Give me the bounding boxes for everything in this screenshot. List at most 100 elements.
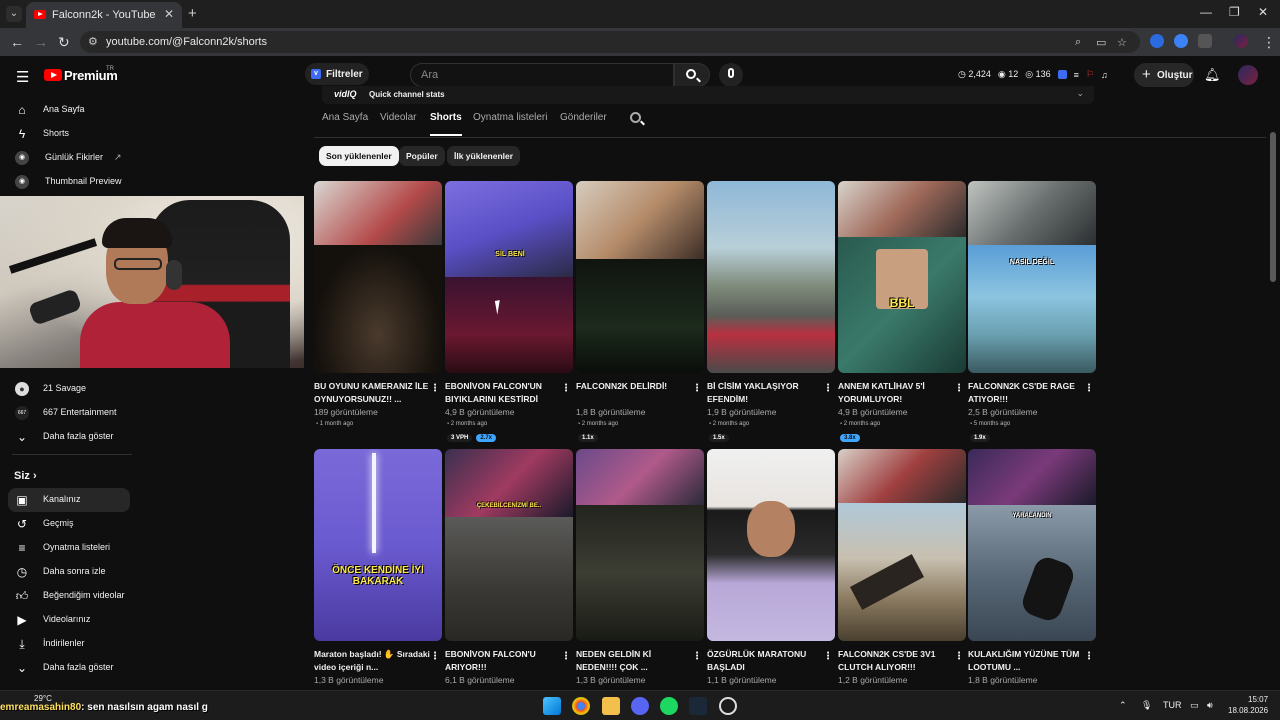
file-explorer-icon[interactable] <box>602 697 620 715</box>
more-options-icon[interactable]: ⋮ <box>954 383 964 394</box>
more-options-icon[interactable]: ⋮ <box>561 383 571 394</box>
short-title[interactable]: Bİ CİSİM YAKLAŞIYOR EFENDİM! <box>707 380 823 406</box>
forward-button[interactable]: → <box>34 34 48 50</box>
back-button[interactable]: ← <box>10 34 24 50</box>
sidebar-item-shorts[interactable]: ϟ Shorts <box>8 122 130 146</box>
short-thumbnail[interactable] <box>707 181 835 373</box>
sidebar-sub-667[interactable]: 667 667 Entertainment <box>8 401 130 425</box>
menu-hamburger-icon[interactable]: ☰ <box>16 68 29 86</box>
sidebar-item-thumbnail-preview[interactable]: ◉ Thumbnail Preview <box>8 170 130 194</box>
short-thumbnail[interactable]: NASIL DEĞİL <box>968 181 1096 373</box>
spotify-icon[interactable] <box>660 697 678 715</box>
tray-overflow-icon[interactable]: ⌃ <box>1119 700 1127 711</box>
voice-search-button[interactable] <box>719 63 743 87</box>
youtube-logo-icon[interactable] <box>44 69 62 81</box>
short-thumbnail[interactable] <box>707 449 835 641</box>
short-title[interactable]: NEDEN GELDİN Kİ NEDEN!!!! ÇOK ... <box>576 648 692 674</box>
obs-icon[interactable] <box>719 697 737 715</box>
more-options-icon[interactable]: ⋮ <box>1084 383 1094 394</box>
short-thumbnail[interactable] <box>838 449 966 641</box>
short-title[interactable]: BU OYUNU KAMERANIZ İLE OYNUYORSUNUZ!! ..… <box>314 380 430 406</box>
short-thumbnail[interactable]: YARALANDIN <box>968 449 1096 641</box>
short-thumbnail[interactable]: BBL <box>838 181 966 373</box>
tab-search-button[interactable]: ⌄ <box>6 6 22 22</box>
volume-icon[interactable]: 🔊︎ <box>1207 700 1213 711</box>
system-clock[interactable]: 15:07 18.08.2026 <box>1228 694 1268 716</box>
more-options-icon[interactable]: ⋮ <box>692 383 702 394</box>
short-title[interactable]: FALCONN2K CS'DE RAGE ATIYOR!!! <box>968 380 1084 406</box>
vidiq-quick-stats-bar[interactable]: vidIQ Quick channel stats ⌄ <box>322 86 1094 104</box>
channel-search-icon[interactable] <box>630 112 641 123</box>
chip-latest[interactable]: Son yüklenenler <box>319 146 399 166</box>
short-title[interactable]: ÖZGÜRLÜK MARATONU BAŞLADI <box>707 648 823 674</box>
tab-playlists[interactable]: Oynatma listeleri <box>473 112 547 136</box>
tab-home[interactable]: Ana Sayfa <box>322 112 368 136</box>
search-button[interactable] <box>674 63 710 87</box>
notifications-bell-icon[interactable]: 🔔︎ <box>1204 67 1221 83</box>
tab-posts[interactable]: Gönderiler <box>560 112 607 136</box>
extension-icon[interactable] <box>1150 34 1164 48</box>
sidebar-item-playlists[interactable]: ≡ Oynatma listeleri <box>8 536 130 560</box>
alert-icon[interactable]: ⚐ <box>1086 69 1094 80</box>
short-thumbnail[interactable] <box>576 449 704 641</box>
sidebar-item-your-videos[interactable]: ▶ Videolarınız <box>8 608 130 632</box>
short-thumbnail[interactable]: ÇEKEBİLCENİZMİ BE.. <box>445 449 573 641</box>
more-options-icon[interactable]: ⋮ <box>692 651 702 662</box>
zoom-icon[interactable]: ⌕ <box>1075 36 1081 49</box>
site-info-icon[interactable]: ⚙ <box>88 35 98 48</box>
more-options-icon[interactable]: ⋮ <box>1084 651 1094 662</box>
short-thumbnail[interactable]: SİL BENİ <box>445 181 573 373</box>
discord-icon[interactable] <box>631 697 649 715</box>
create-button[interactable]: + Oluştur <box>1134 63 1194 87</box>
sidebar-item-downloads[interactable]: ⤓ İndirilenler <box>8 632 130 656</box>
chevron-down-icon[interactable]: ⌄ <box>1076 88 1084 99</box>
new-tab-button[interactable]: + <box>188 5 197 22</box>
short-thumbnail[interactable] <box>314 181 442 373</box>
short-title[interactable]: FALCONN2K CS'DE 3V1 CLUTCH ALIYOR!!! <box>838 648 954 674</box>
more-options-icon[interactable]: ⋮ <box>823 651 833 662</box>
more-options-icon[interactable]: ⋮ <box>954 651 964 662</box>
more-options-icon[interactable]: ⋮ <box>430 651 440 662</box>
input-language[interactable]: TUR <box>1163 700 1182 710</box>
minimize-button[interactable]: — <box>1200 5 1212 19</box>
browser-tab[interactable]: Falconn2k - YouTube ✕ <box>26 2 182 28</box>
short-title[interactable]: EBONİVON FALCON'UN BIYIKLARINI KESTİRDİ <box>445 380 561 406</box>
steam-icon[interactable] <box>689 697 707 715</box>
windows-start-icon[interactable] <box>543 697 561 715</box>
list-icon[interactable]: ≡ <box>1074 70 1079 80</box>
window-close-button[interactable]: ✕ <box>1258 5 1268 19</box>
you-section-header[interactable]: Siz › <box>14 470 37 482</box>
sidebar-show-more[interactable]: ⌄ Daha fazla göster <box>8 656 130 680</box>
vidiq-extension-icon[interactable] <box>1174 34 1188 48</box>
reload-button[interactable]: ↻ <box>58 34 70 51</box>
short-title[interactable]: Maraton başladı! ✋ Sıradaki video içeriğ… <box>314 648 430 674</box>
short-title[interactable]: EBONİVON FALCON'U ARIYOR!!! <box>445 648 561 674</box>
short-title[interactable]: ANNEM KATLİHAV 5'İ YORUMLUYOR! <box>838 380 954 406</box>
sidebar-item-history[interactable]: ↺ Geçmiş <box>8 512 130 536</box>
account-avatar[interactable] <box>1238 65 1258 85</box>
more-options-icon[interactable]: ⋮ <box>430 383 440 394</box>
more-options-icon[interactable]: ⋮ <box>561 651 571 662</box>
sidebar-item-home[interactable]: ⌂ Ana Sayfa <box>8 98 130 122</box>
sidebar-sub-21savage[interactable]: ● 21 Savage <box>8 377 130 401</box>
address-bar[interactable]: ⚙ youtube.com/@Falconn2k/shorts ⌕ ▭ ☆ <box>80 31 1140 53</box>
profile-avatar[interactable] <box>1234 34 1248 48</box>
chip-oldest[interactable]: İlk yüklenenler <box>447 146 521 166</box>
sidebar-item-daily-ideas[interactable]: ◉ Günlük Fikirler ↗ <box>8 146 130 170</box>
tab-close-icon[interactable]: ✕ <box>164 7 174 21</box>
short-title[interactable]: FALCONN2K DELİRDİ! <box>576 380 692 393</box>
chrome-taskbar-icon[interactable] <box>572 697 590 715</box>
sidebar-item-your-channel[interactable]: ▣ Kanalınız <box>8 488 130 512</box>
short-thumbnail[interactable] <box>576 181 704 373</box>
more-options-icon[interactable]: ⋮ <box>823 383 833 394</box>
tab-videos[interactable]: Videolar <box>380 112 417 136</box>
url-text[interactable]: youtube.com/@Falconn2k/shorts <box>106 36 267 48</box>
chip-popular[interactable]: Popüler <box>399 146 445 166</box>
short-thumbnail[interactable]: ÖNCE KENDİNE İYİ BAKARAK <box>314 449 442 641</box>
install-app-icon[interactable]: ▭ <box>1096 36 1106 49</box>
short-title[interactable]: KULAKLIĞIM YÜZÜNE TÜM LOOTUMU ... <box>968 648 1084 674</box>
browser-menu-icon[interactable]: ⋮ <box>1262 34 1276 51</box>
filters-button[interactable]: v Filtreler <box>305 63 369 85</box>
sidebar-show-more-subs[interactable]: ⌄ Daha fazla göster <box>8 425 130 449</box>
sidebar-item-watch-later[interactable]: ◷ Daha sonra izle <box>8 560 130 584</box>
